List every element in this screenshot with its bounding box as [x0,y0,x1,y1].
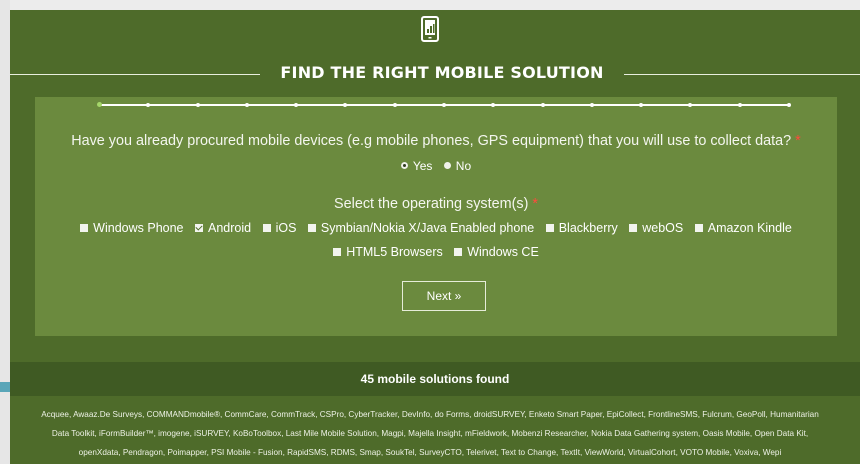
checkbox-label: Blackberry [558,221,618,235]
progress-step-dot [737,103,742,107]
results-count: 45 mobile solutions found [360,372,510,386]
checkbox-android[interactable]: Android [194,221,252,235]
devices-radio-group: Yes No [35,158,837,173]
checkbox-label: Symbian/Nokia X/Java Enabled phone [320,221,535,235]
checkbox-label: iOS [275,221,297,235]
progress-step-dot [639,103,644,107]
checkbox-html5-browsers[interactable]: HTML5 Browsers [333,245,443,259]
page-title: FIND THE RIGHT MOBILE SOLUTION [280,63,604,82]
radio-no-indicator[interactable] [443,162,451,169]
solutions-line-1: Acquee, Awaaz.De Surveys, COMMANDmobile®… [41,410,819,419]
checkbox-box[interactable] [307,224,316,232]
checkbox-windows-phone[interactable]: Windows Phone [80,221,184,235]
question-devices: Have you already procured mobile devices… [35,133,837,149]
progress-step-dot [244,103,249,107]
step-progress-bar [61,100,791,110]
progress-step-dot [688,103,693,107]
required-marker: * [532,196,538,212]
checkbox-box[interactable] [80,224,89,232]
radio-no-label: No [455,158,472,173]
heading-row: FIND THE RIGHT MOBILE SOLUTION [10,60,860,88]
page-background [0,0,10,464]
progress-step-dot [392,103,397,107]
progress-step-dot [146,103,151,107]
progress-step-dot [195,103,200,107]
checkbox-box[interactable] [333,248,342,256]
progress-step-dot [442,103,446,107]
heading-divider-right [624,74,860,75]
checkbox-ios[interactable]: iOS [262,221,297,235]
checkbox-box[interactable] [194,224,203,232]
os-checkbox-row-1: Windows Phone Android iOS Symbian/Nokia … [35,221,837,235]
checkbox-label: webOS [642,221,684,235]
checkbox-label: Android [207,221,252,235]
progress-step-dot [589,103,594,107]
radio-no[interactable]: No [443,158,472,173]
os-checkbox-row-2: HTML5 Browsers Windows CE [35,245,837,259]
heading-divider-left [10,74,260,75]
question-os-text: Select the operating system(s) [334,196,529,212]
checkbox-label: Amazon Kindle [707,221,792,235]
solutions-line-3: openXdata, Pendragon, Poimapper, PSI Mob… [78,448,782,457]
checkbox-blackberry[interactable]: Blackberry [545,221,618,235]
radio-yes[interactable]: Yes [400,158,433,173]
checkbox-label: HTML5 Browsers [346,245,443,259]
progress-step-dot [787,103,791,107]
question-os: Select the operating system(s) * [35,196,837,212]
checkbox-webos[interactable]: webOS [629,221,683,235]
solutions-line-2: Data Toolkit, iFormBuilder™, imogene, iS… [51,429,809,438]
checkbox-symbian[interactable]: Symbian/Nokia X/Java Enabled phone [307,221,535,235]
progress-step-dot [343,103,348,107]
checkbox-box[interactable] [262,224,271,232]
mobile-phone-chart-icon [421,16,439,42]
radio-yes-indicator[interactable] [400,162,408,169]
solutions-list: Acquee, Awaaz.De Surveys, COMMANDmobile®… [0,405,860,462]
progress-step-dot [491,103,496,107]
required-marker: * [795,133,801,149]
question-devices-text: Have you already procured mobile devices… [71,133,792,149]
progress-step-dot [540,103,545,107]
radio-yes-label: Yes [412,158,433,173]
checkbox-box[interactable] [454,248,463,256]
checkbox-label: Windows CE [467,245,539,259]
progress-step-dot [294,103,299,107]
checkbox-windows-ce[interactable]: Windows CE [454,245,539,259]
checkbox-box[interactable] [545,224,554,232]
checkbox-box[interactable] [629,224,638,232]
checkbox-box[interactable] [694,224,703,232]
checkbox-label: Windows Phone [93,221,184,235]
checkbox-amazon-kindle[interactable]: Amazon Kindle [694,221,792,235]
next-button[interactable]: Next » [402,281,486,311]
progress-step-dot [97,102,102,107]
